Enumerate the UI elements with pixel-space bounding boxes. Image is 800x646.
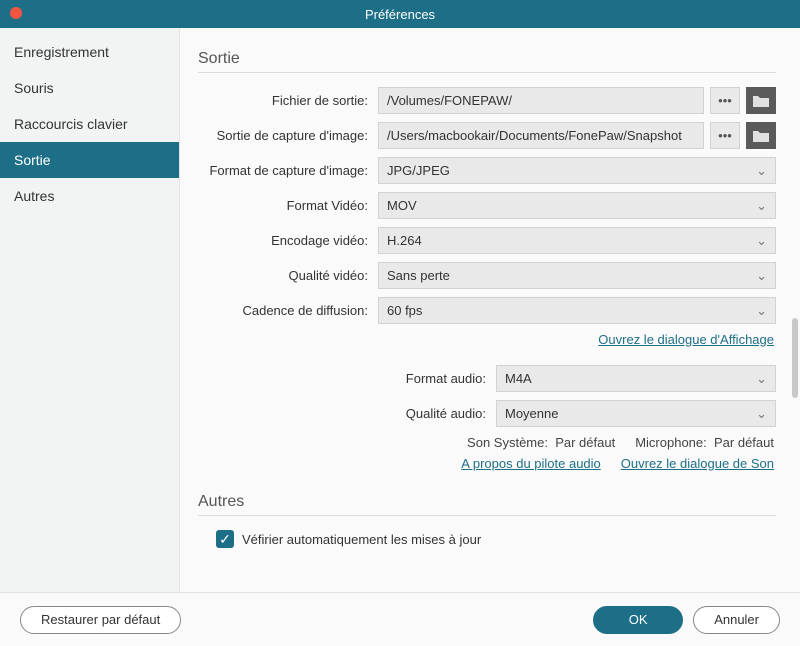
chevron-down-icon: ⌄	[756, 303, 767, 319]
output-file-field[interactable]: /Volumes/FONEPAW/	[378, 87, 704, 114]
chevron-down-icon: ⌄	[756, 163, 767, 179]
titlebar: Préférences	[0, 0, 800, 28]
cancel-button[interactable]: Annuler	[693, 606, 780, 634]
video-quality-select[interactable]: Sans perte ⌄	[378, 262, 776, 289]
open-folder-button[interactable]	[746, 87, 776, 114]
close-window-button[interactable]	[10, 7, 22, 19]
video-format-value: MOV	[387, 198, 417, 213]
about-audio-driver-link[interactable]: A propos du pilote audio	[461, 456, 601, 471]
label-qualite-video: Qualité vidéo:	[198, 268, 378, 283]
open-sound-dialog-link[interactable]: Ouvrez le dialogue de Son	[621, 456, 774, 471]
auto-update-label: Véfirier automatiquement les mises à jou…	[242, 532, 481, 547]
video-quality-value: Sans perte	[387, 268, 450, 283]
scrollbar-thumb[interactable]	[792, 318, 798, 398]
browse-snapshot-button[interactable]: •••	[710, 122, 740, 149]
capture-format-value: JPG/JPEG	[387, 163, 450, 178]
divider	[198, 72, 776, 73]
restore-defaults-button[interactable]: Restaurer par défaut	[20, 606, 181, 634]
folder-icon	[753, 130, 769, 142]
label-fichier-sortie: Fichier de sortie:	[198, 93, 378, 108]
more-icon: •••	[718, 93, 732, 108]
label-qualite-audio: Qualité audio:	[406, 406, 496, 421]
label-cadence: Cadence de diffusion:	[198, 303, 378, 318]
window-title: Préférences	[0, 7, 800, 22]
sidebar-item-enregistrement[interactable]: Enregistrement	[0, 34, 179, 70]
sidebar: Enregistrement Souris Raccourcis clavier…	[0, 28, 180, 592]
chevron-down-icon: ⌄	[756, 406, 767, 422]
footer: Restaurer par défaut OK Annuler	[0, 592, 800, 646]
sidebar-item-autres[interactable]: Autres	[0, 178, 179, 214]
system-sound-value: Par défaut	[555, 435, 615, 450]
label-capture-sortie: Sortie de capture d'image:	[198, 128, 378, 143]
chevron-down-icon: ⌄	[756, 198, 767, 214]
video-format-select[interactable]: MOV ⌄	[378, 192, 776, 219]
label-microphone: Microphone:	[635, 435, 707, 450]
audio-quality-select[interactable]: Moyenne ⌄	[496, 400, 776, 427]
sidebar-item-souris[interactable]: Souris	[0, 70, 179, 106]
browse-button[interactable]: •••	[710, 87, 740, 114]
microphone-value: Par défaut	[714, 435, 774, 450]
audio-quality-value: Moyenne	[505, 406, 558, 421]
more-icon: •••	[718, 128, 732, 143]
auto-update-checkbox[interactable]: ✓	[216, 530, 234, 548]
label-format-video: Format Vidéo:	[198, 198, 378, 213]
video-encoding-select[interactable]: H.264 ⌄	[378, 227, 776, 254]
chevron-down-icon: ⌄	[756, 268, 767, 284]
section-title-autres: Autres	[198, 493, 776, 511]
label-son-systeme: Son Système:	[467, 435, 548, 450]
framerate-value: 60 fps	[387, 303, 422, 318]
divider	[198, 515, 776, 516]
ok-button[interactable]: OK	[593, 606, 683, 634]
check-icon: ✓	[219, 531, 231, 548]
label-encodage-video: Encodage vidéo:	[198, 233, 378, 248]
label-format-capture: Format de capture d'image:	[198, 163, 378, 178]
snapshot-output-field[interactable]: /Users/macbookair/Documents/FonePaw/Snap…	[378, 122, 704, 149]
section-title-sortie: Sortie	[198, 50, 776, 68]
video-encoding-value: H.264	[387, 233, 422, 248]
open-snapshot-folder-button[interactable]	[746, 122, 776, 149]
label-format-audio: Format audio:	[406, 371, 496, 386]
framerate-select[interactable]: 60 fps ⌄	[378, 297, 776, 324]
sidebar-item-sortie[interactable]: Sortie	[0, 142, 179, 178]
capture-format-select[interactable]: JPG/JPEG ⌄	[378, 157, 776, 184]
chevron-down-icon: ⌄	[756, 371, 767, 387]
audio-format-select[interactable]: M4A ⌄	[496, 365, 776, 392]
folder-icon	[753, 95, 769, 107]
audio-format-value: M4A	[505, 371, 532, 386]
chevron-down-icon: ⌄	[756, 233, 767, 249]
sidebar-item-raccourcis[interactable]: Raccourcis clavier	[0, 106, 179, 142]
open-display-dialog-link[interactable]: Ouvrez le dialogue d'Affichage	[598, 332, 774, 347]
